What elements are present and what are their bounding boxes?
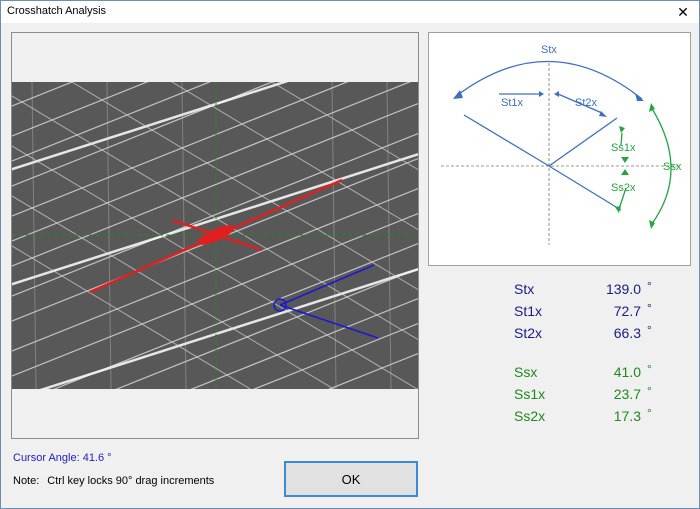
value-row-ss1x: Ss1x 23.7 °: [429, 384, 691, 406]
value-row-stx: Stx 139.0 °: [429, 279, 691, 301]
note-prefix: Note:: [13, 475, 40, 487]
value-row-st2x: St2x 66.3 °: [429, 323, 691, 345]
value-number: 66.3: [613, 325, 641, 341]
value-label: Ss1x: [514, 386, 546, 402]
value-number: 139.0: [605, 281, 641, 297]
value-number: 17.3: [613, 408, 641, 424]
diagram-label-ss2x: Ss2x: [611, 182, 636, 194]
value-label: Ss2x: [514, 408, 546, 424]
image-panel: [11, 32, 419, 439]
value-label: St2x: [514, 325, 543, 341]
value-unit: °: [647, 362, 652, 376]
value-row-ss2x: Ss2x 17.3 °: [429, 406, 691, 428]
diagram-label-st2x: St2x: [575, 97, 598, 109]
value-label: St1x: [514, 303, 543, 319]
value-number: 41.0: [613, 364, 641, 380]
value-number: 23.7: [613, 386, 641, 402]
close-icon[interactable]: ✕: [669, 1, 697, 23]
crosshatch-analysis-window: Crosshatch Analysis ✕ Stx St1x St2x Ssx …: [0, 0, 700, 509]
value-label: Ssx: [514, 364, 538, 380]
diagram-label-ss1x: Ss1x: [611, 142, 636, 154]
value-unit: °: [647, 384, 652, 398]
value-unit: °: [647, 323, 652, 337]
diagram-label-ssx: Ssx: [663, 161, 682, 173]
title-bar: Crosshatch Analysis ✕: [1, 1, 699, 23]
diagram-label-st1x: St1x: [501, 97, 524, 109]
crosshatch-texture: [12, 82, 418, 389]
value-row-ssx: Ssx 41.0 °: [429, 362, 691, 384]
value-unit: °: [647, 301, 652, 315]
value-unit: °: [647, 279, 652, 293]
cursor-angle-readout: Cursor Angle: 41.6 °: [13, 452, 112, 464]
ok-button[interactable]: OK: [284, 461, 418, 497]
value-label: Stx: [514, 281, 535, 297]
value-number: 72.7: [613, 303, 641, 319]
scan-image[interactable]: [12, 82, 418, 389]
diagram-label-stx: Stx: [541, 44, 557, 56]
angle-diagram-svg: Stx St1x St2x Ssx Ss1x Ss2x: [441, 44, 682, 245]
window-title: Crosshatch Analysis: [7, 5, 107, 17]
note-text: Ctrl key locks 90° drag increments: [47, 475, 215, 487]
value-unit: °: [647, 406, 652, 420]
angle-diagram: Stx St1x St2x Ssx Ss1x Ss2x: [428, 32, 691, 266]
value-row-st1x: St1x 72.7 °: [429, 301, 691, 323]
note-line: Note: Ctrl key locks 90° drag increments: [13, 475, 214, 487]
